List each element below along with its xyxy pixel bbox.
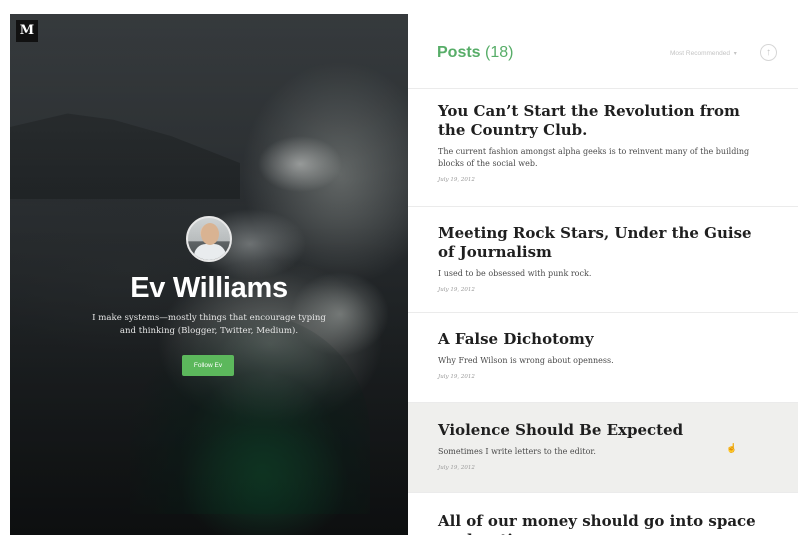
medium-logo-icon[interactable]: M: [16, 20, 38, 42]
follow-button[interactable]: Follow Ev: [182, 355, 234, 376]
avatar[interactable]: [186, 216, 232, 262]
post-item[interactable]: Meeting Rock Stars, Under the Guise of J…: [408, 206, 798, 312]
sort-dropdown-label: Most Recommended: [670, 50, 730, 57]
post-title[interactable]: A False Dichotomy: [438, 330, 768, 349]
post-title[interactable]: Violence Should Be Expected: [438, 421, 768, 440]
arrow-up-icon[interactable]: ↑: [760, 44, 777, 61]
posts-heading-label: Posts: [437, 44, 481, 61]
posts-count: (18): [485, 44, 514, 61]
avatar-head: [201, 223, 219, 245]
post-item[interactable]: A False Dichotomy Why Fred Wilson is wro…: [408, 312, 798, 402]
profile-bio: I make systems—mostly things that encour…: [92, 313, 326, 336]
post-title[interactable]: All of our money should go into space ex…: [438, 512, 768, 535]
avatar-body: [194, 244, 226, 260]
post-item[interactable]: You Can’t Start the Revolution from the …: [408, 88, 798, 206]
post-date: July 19, 2012: [438, 374, 475, 380]
post-excerpt: The current fashion amongst alpha geeks …: [438, 147, 750, 168]
post-title[interactable]: You Can’t Start the Revolution from the …: [438, 102, 768, 140]
chevron-down-icon: ▾: [733, 51, 737, 57]
posts-panel: Posts (18) Most Recommended ▾ ↑ You Can’…: [408, 14, 798, 535]
posts-heading: Posts (18): [437, 44, 513, 62]
post-date: July 19, 2012: [438, 177, 475, 183]
post-title[interactable]: Meeting Rock Stars, Under the Guise of J…: [438, 224, 768, 262]
post-item[interactable]: All of our money should go into space ex…: [408, 492, 798, 535]
post-date: July 19, 2012: [438, 465, 475, 471]
mouse-cursor-icon: ☝: [726, 443, 738, 453]
sort-dropdown[interactable]: Most Recommended ▾: [670, 50, 737, 57]
post-item[interactable]: Violence Should Be Expected Sometimes I …: [408, 402, 798, 492]
post-excerpt: I used to be obsessed with punk rock.: [438, 269, 592, 278]
post-excerpt: Sometimes I write letters to the editor.: [438, 447, 596, 456]
post-excerpt: Why Fred Wilson is wrong about openness.: [438, 356, 614, 365]
posts-header: Posts (18) Most Recommended ▾ ↑: [408, 14, 798, 88]
profile-name: Ev Williams: [130, 272, 288, 304]
post-date: July 19, 2012: [438, 287, 475, 293]
